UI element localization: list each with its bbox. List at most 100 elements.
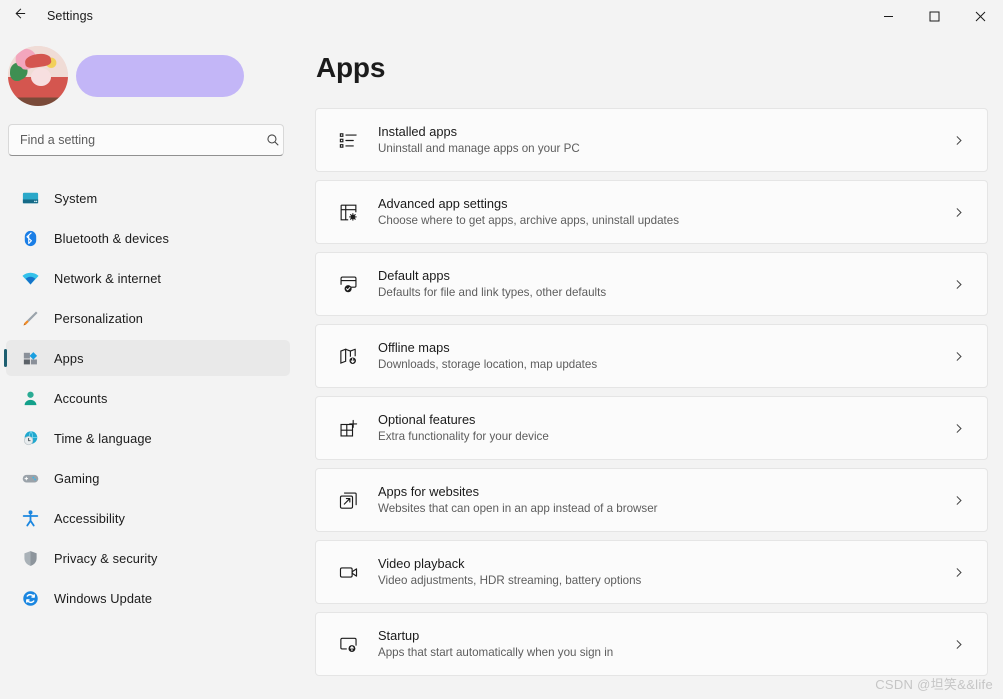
- card-title: Default apps: [378, 268, 450, 283]
- chevron-right-icon: [952, 494, 965, 507]
- sidebar-item-label: Privacy & security: [54, 550, 158, 566]
- chevron-right-icon: [952, 134, 965, 147]
- sidebar-item-accounts[interactable]: Accounts: [6, 380, 290, 416]
- settings-card-default-apps[interactable]: Default apps Defaults for file and link …: [315, 252, 988, 316]
- sidebar-item-privacy-security[interactable]: Privacy & security: [6, 540, 290, 576]
- arrow-left-icon: [12, 6, 27, 26]
- shield-icon: [20, 548, 40, 568]
- external-link-icon: [336, 488, 360, 512]
- sidebar-item-label: System: [54, 190, 98, 206]
- apps-grid-icon: [20, 348, 40, 368]
- card-subtitle: Choose where to get apps, archive apps, …: [378, 214, 679, 227]
- sidebar-item-bluetooth-devices[interactable]: Bluetooth & devices: [6, 220, 290, 256]
- sidebar-item-label: Bluetooth & devices: [54, 230, 170, 246]
- user-avatar: [8, 46, 68, 106]
- card-title: Advanced app settings: [378, 196, 508, 211]
- paintbrush-icon: [20, 308, 40, 328]
- card-title: Apps for websites: [378, 484, 480, 499]
- window-title: Settings: [47, 9, 93, 23]
- sidebar-item-label: Windows Update: [54, 590, 153, 606]
- map-download-icon: [336, 344, 360, 368]
- settings-card-installed-apps[interactable]: Installed apps Uninstall and manage apps…: [315, 108, 988, 172]
- app-gear-icon: [336, 200, 360, 224]
- settings-card-startup[interactable]: Startup Apps that start automatically wh…: [315, 612, 988, 676]
- settings-card-optional-features[interactable]: Optional features Extra functionality fo…: [315, 396, 988, 460]
- card-title: Optional features: [378, 412, 476, 427]
- sidebar-item-personalization[interactable]: Personalization: [6, 300, 290, 336]
- chevron-right-icon: [952, 278, 965, 291]
- card-text: Apps for websites Websites that can open…: [378, 483, 952, 517]
- sidebar-item-label: Gaming: [54, 470, 100, 486]
- accessibility-person-icon: [20, 508, 40, 528]
- video-camera-icon: [336, 560, 360, 584]
- sidebar-item-label: Accessibility: [54, 510, 125, 526]
- settings-card-offline-maps[interactable]: Offline maps Downloads, storage location…: [315, 324, 988, 388]
- search-container: [8, 124, 292, 156]
- settings-card-video-playback[interactable]: Video playback Video adjustments, HDR st…: [315, 540, 988, 604]
- settings-card-apps-for-websites[interactable]: Apps for websites Websites that can open…: [315, 468, 988, 532]
- card-title: Installed apps: [378, 124, 457, 139]
- chevron-right-icon: [952, 350, 965, 363]
- settings-card-list: Installed apps Uninstall and manage apps…: [315, 108, 1003, 676]
- sidebar-item-network-internet[interactable]: Network & internet: [6, 260, 290, 296]
- gamepad-icon: [20, 468, 40, 488]
- chevron-right-icon: [952, 422, 965, 435]
- card-text: Optional features Extra functionality fo…: [378, 411, 952, 445]
- sidebar-item-gaming[interactable]: Gaming: [6, 460, 290, 496]
- close-button[interactable]: [957, 0, 1003, 32]
- maximize-button[interactable]: [911, 0, 957, 32]
- sidebar-item-label: Accounts: [54, 390, 108, 406]
- sidebar-item-windows-update[interactable]: Windows Update: [6, 580, 290, 616]
- window-check-icon: [336, 272, 360, 296]
- sidebar: System Bluetooth & devices: [0, 32, 300, 699]
- card-text: Video playback Video adjustments, HDR st…: [378, 555, 952, 589]
- sidebar-item-time-language[interactable]: Time & language: [6, 420, 290, 456]
- sidebar-nav: System Bluetooth & devices Network & int…: [0, 180, 300, 616]
- settings-window: Settings Find a setting System Bluetooth…: [0, 0, 1003, 699]
- account-profile[interactable]: [8, 44, 300, 108]
- chevron-right-icon: [952, 638, 965, 651]
- startup-arrow-icon: [336, 632, 360, 656]
- settings-card-advanced-app-settings[interactable]: Advanced app settings Choose where to ge…: [315, 180, 988, 244]
- sidebar-item-system[interactable]: System: [6, 180, 290, 216]
- refresh-circle-icon: [20, 588, 40, 608]
- person-icon: [20, 388, 40, 408]
- bullet-list-icon: [336, 128, 360, 152]
- card-subtitle: Apps that start automatically when you s…: [378, 646, 614, 659]
- main-content: Apps Installed apps Uninstall and manage…: [300, 32, 1003, 699]
- card-subtitle: Video adjustments, HDR streaming, batter…: [378, 574, 642, 587]
- window-controls: [865, 0, 1003, 32]
- search-input[interactable]: [8, 124, 284, 156]
- sidebar-item-apps[interactable]: Apps: [4, 340, 290, 376]
- system-monitor-icon: [20, 188, 40, 208]
- sidebar-item-label: Time & language: [54, 430, 152, 446]
- wifi-icon: [20, 268, 40, 288]
- sidebar-item-label: Personalization: [54, 310, 143, 326]
- sidebar-item-label: Network & internet: [54, 270, 162, 286]
- grid-plus-icon: [336, 416, 360, 440]
- card-subtitle: Defaults for file and link types, other …: [378, 286, 607, 299]
- card-title: Video playback: [378, 556, 465, 571]
- bluetooth-icon: [20, 228, 40, 248]
- sidebar-item-label: Apps: [54, 350, 84, 366]
- card-text: Offline maps Downloads, storage location…: [378, 339, 952, 373]
- chevron-right-icon: [952, 206, 965, 219]
- sidebar-item-accessibility[interactable]: Accessibility: [6, 500, 290, 536]
- account-name-redaction: [76, 55, 244, 97]
- title-bar: Settings: [0, 0, 1003, 32]
- card-text: Installed apps Uninstall and manage apps…: [378, 123, 952, 157]
- card-text: Startup Apps that start automatically wh…: [378, 627, 952, 661]
- minimize-button[interactable]: [865, 0, 911, 32]
- clock-globe-icon: [20, 428, 40, 448]
- card-title: Offline maps: [378, 340, 450, 355]
- back-button[interactable]: [2, 1, 36, 31]
- page-title: Apps: [316, 52, 386, 83]
- card-subtitle: Websites that can open in an app instead…: [378, 502, 658, 515]
- card-text: Default apps Defaults for file and link …: [378, 267, 952, 301]
- card-subtitle: Extra functionality for your device: [378, 430, 549, 443]
- card-text: Advanced app settings Choose where to ge…: [378, 195, 952, 229]
- card-subtitle: Downloads, storage location, map updates: [378, 358, 598, 371]
- chevron-right-icon: [952, 566, 965, 579]
- card-subtitle: Uninstall and manage apps on your PC: [378, 142, 580, 155]
- card-title: Startup: [378, 628, 420, 643]
